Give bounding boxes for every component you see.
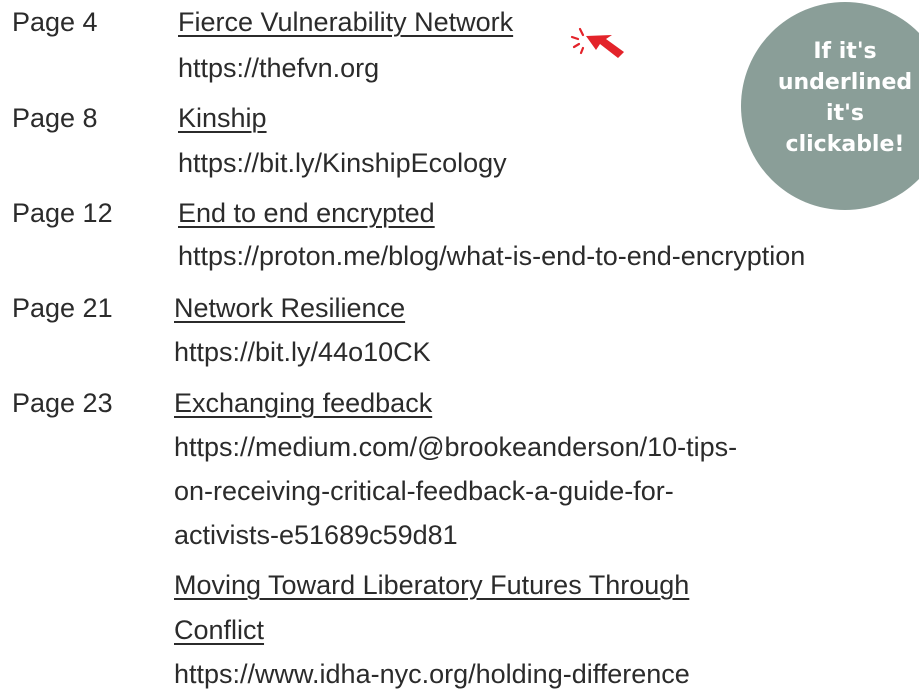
link-exchanging-feedback[interactable]: Exchanging feedback xyxy=(174,390,432,417)
url-text: https://bit.ly/KinshipEcology xyxy=(178,148,507,178)
page-label: Page 23 xyxy=(12,388,113,418)
badge-line: it's xyxy=(826,101,864,126)
page-label: Page 21 xyxy=(12,293,113,323)
badge-line: clickable! xyxy=(785,132,905,157)
url-text: https://medium.com/@brookeanderson/10-ti… xyxy=(174,432,738,462)
badge-line: underlined xyxy=(777,70,913,95)
link-moving-toward-liberatory-futures-cont[interactable]: Conflict xyxy=(174,617,264,644)
link-end-to-end-encrypted[interactable]: End to end encrypted xyxy=(178,200,435,227)
link-moving-toward-liberatory-futures[interactable]: Moving Toward Liberatory Futures Through xyxy=(174,572,689,599)
badge-line: If it's xyxy=(813,39,877,64)
link-kinship[interactable]: Kinship xyxy=(178,105,267,132)
url-text: on-receiving-critical-feedback-a-guide-f… xyxy=(174,476,674,506)
url-text: https://thefvn.org xyxy=(178,53,380,83)
url-text: https://bit.ly/44o10CK xyxy=(174,337,431,367)
clickable-hint-badge: If it's underlined it's clickable! xyxy=(741,2,919,210)
link-network-resilience[interactable]: Network Resilience xyxy=(174,295,405,322)
url-text: https://proton.me/blog/what-is-end-to-en… xyxy=(178,241,806,271)
url-text: activists-e51689c59d81 xyxy=(174,520,458,550)
page-label: Page 4 xyxy=(12,7,98,37)
page-label: Page 12 xyxy=(12,198,113,228)
page-label: Page 8 xyxy=(12,103,98,133)
link-fierce-vulnerability-network[interactable]: Fierce Vulnerability Network xyxy=(178,9,513,36)
url-text: https://www.idha-nyc.org/holding-differe… xyxy=(174,659,690,689)
pointer-hand-click-icon xyxy=(570,27,624,58)
